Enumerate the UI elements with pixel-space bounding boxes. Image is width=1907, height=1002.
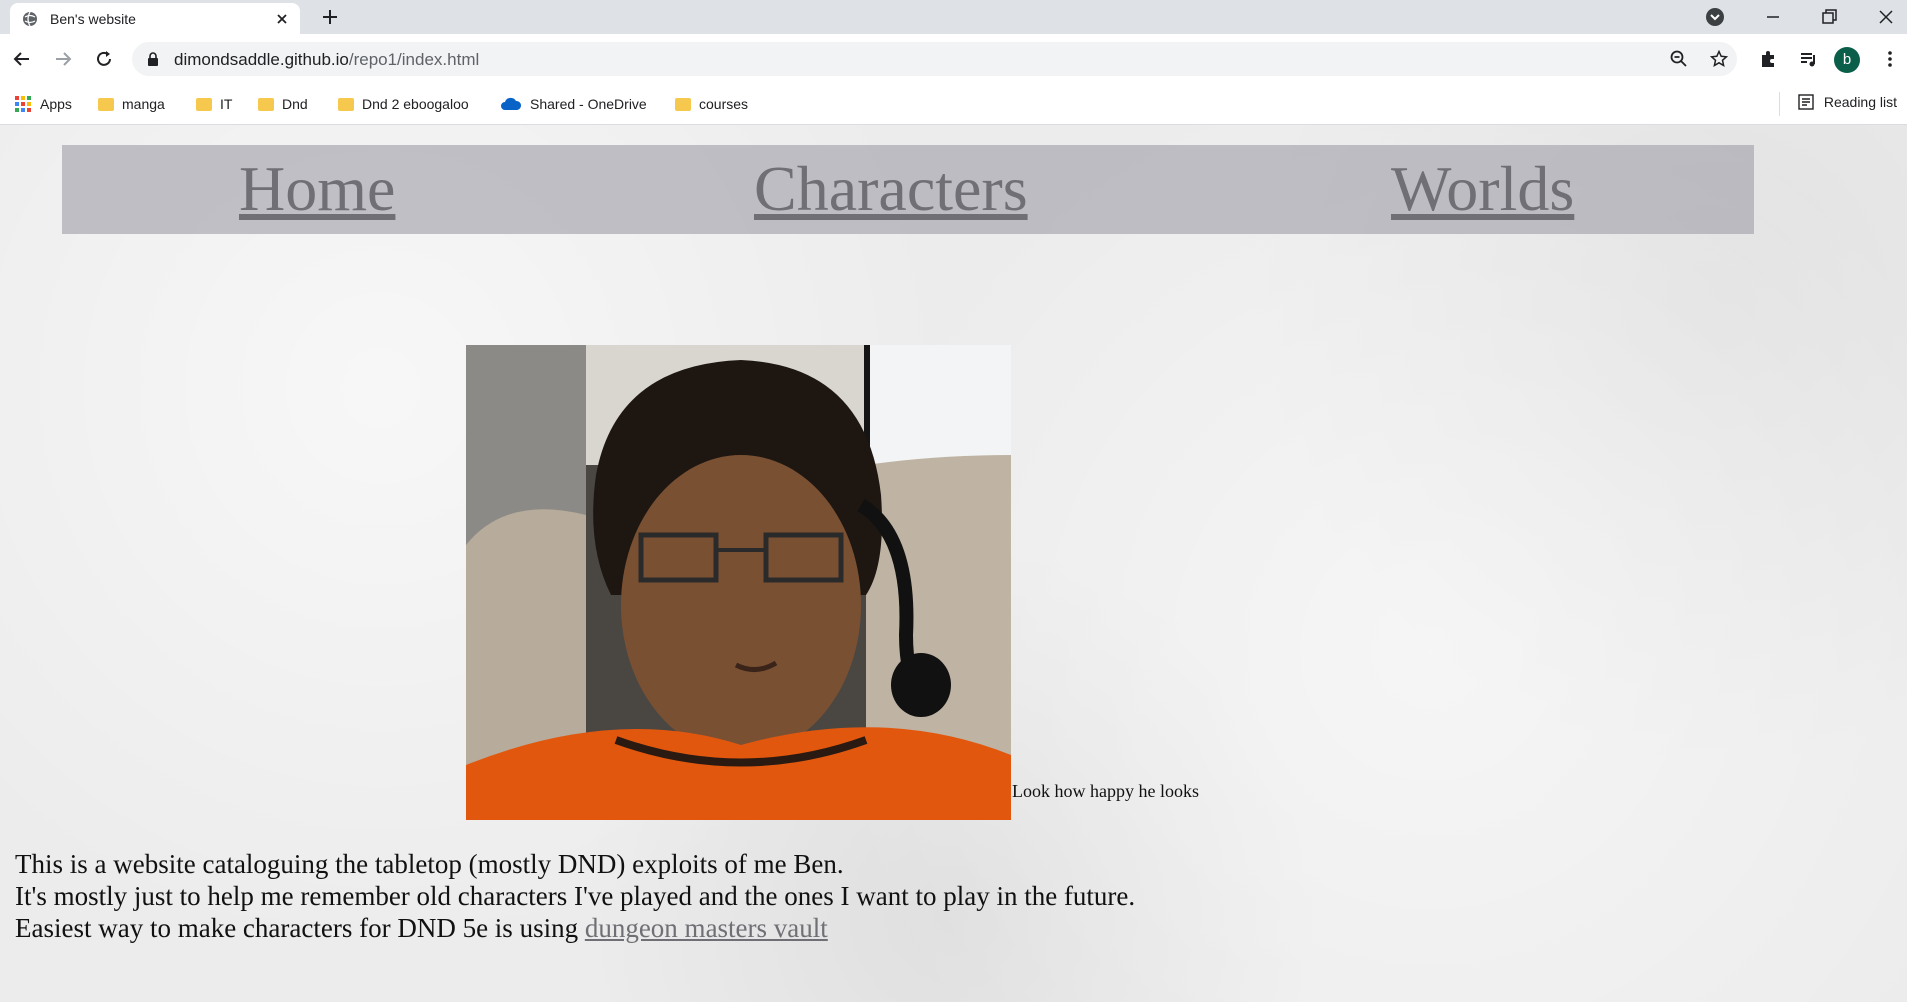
minimize-icon[interactable]: [1761, 5, 1785, 29]
url-text[interactable]: dimondsaddle.github.io/repo1/index.html: [174, 50, 479, 70]
back-icon[interactable]: [12, 49, 32, 69]
profile-avatar[interactable]: b: [1834, 47, 1860, 73]
photo-caption: Look how happy he looks: [1012, 781, 1199, 801]
folder-icon: [258, 97, 274, 111]
restore-icon[interactable]: [1817, 5, 1841, 29]
dungeon-masters-vault-link[interactable]: dungeon masters vault: [585, 913, 828, 943]
bookmark-dnd[interactable]: Dnd: [258, 94, 308, 114]
onedrive-cloud-icon: [501, 97, 522, 110]
folder-icon: [675, 97, 691, 111]
close-tab-icon[interactable]: [274, 11, 290, 27]
apps-grid-icon: [15, 96, 31, 112]
bookmark-apps[interactable]: Apps: [14, 94, 72, 114]
reading-list-button[interactable]: Reading list: [1798, 94, 1897, 110]
tab-search-icon[interactable]: [1703, 5, 1727, 29]
reload-icon[interactable]: [94, 49, 114, 69]
site-nav-bar: Home Characters Worlds: [62, 145, 1754, 234]
bookmarks-divider: [1779, 92, 1780, 116]
nav-link-worlds[interactable]: Worlds: [1391, 151, 1574, 227]
tab-title: Ben's website: [50, 11, 136, 27]
menu-kebab-icon[interactable]: [1880, 49, 1900, 69]
bookmark-it[interactable]: IT: [196, 94, 232, 114]
lock-icon[interactable]: [146, 52, 160, 66]
intro-line-3-text: Easiest way to make characters for DND 5…: [15, 913, 585, 943]
page-content: Home Characters Worlds Look how happy he…: [0, 125, 1907, 1002]
browser-toolbar: dimondsaddle.github.io/repo1/index.html …: [0, 34, 1907, 84]
bookmark-label: Shared - OneDrive: [530, 96, 647, 112]
address-bar[interactable]: dimondsaddle.github.io/repo1/index.html: [132, 42, 1737, 76]
folder-icon: [338, 97, 354, 111]
browser-tab[interactable]: Ben's website: [10, 3, 300, 34]
bookmark-manga[interactable]: manga: [98, 94, 165, 114]
bookmark-label: Dnd 2 eboogaloo: [362, 96, 469, 112]
url-domain: dimondsaddle.github.io: [174, 50, 349, 69]
zoom-icon[interactable]: [1670, 50, 1688, 68]
globe-icon: [23, 11, 37, 27]
bookmark-label: Apps: [40, 96, 72, 112]
nav-link-characters[interactable]: Characters: [754, 151, 1028, 227]
nav-link-home[interactable]: Home: [239, 151, 395, 227]
bookmark-label: Dnd: [282, 96, 308, 112]
bookmark-label: courses: [699, 96, 749, 112]
close-window-icon[interactable]: [1874, 5, 1898, 29]
profile-photo: [466, 345, 1011, 820]
intro-line-2: It's mostly just to help me remember old…: [15, 881, 1136, 911]
new-tab-icon[interactable]: [320, 7, 340, 27]
bookmarks-bar: Apps manga IT Dnd Dnd 2 eboogaloo Shared…: [0, 84, 1907, 125]
bookmark-star-icon[interactable]: [1710, 50, 1728, 68]
intro-line-1: This is a website cataloguing the tablet…: [15, 849, 844, 879]
folder-icon: [196, 97, 212, 111]
extensions-icon[interactable]: [1758, 49, 1778, 69]
media-queue-icon[interactable]: [1798, 49, 1818, 69]
bookmark-courses[interactable]: courses: [675, 94, 748, 114]
folder-icon: [98, 97, 114, 111]
reading-list-icon: [1798, 94, 1814, 110]
forward-icon[interactable]: [53, 49, 73, 69]
reading-list-label: Reading list: [1823, 94, 1897, 110]
bookmark-onedrive[interactable]: Shared - OneDrive: [500, 94, 647, 114]
bookmark-dnd-2[interactable]: Dnd 2 eboogaloo: [338, 94, 469, 114]
url-path: /repo1/index.html: [348, 50, 480, 69]
intro-text: This is a website cataloguing the tablet…: [15, 848, 1135, 944]
intro-line-3: Easiest way to make characters for DND 5…: [15, 912, 1135, 944]
bookmark-label: IT: [220, 96, 233, 112]
bookmark-label: manga: [122, 96, 165, 112]
tab-strip: Ben's website: [0, 0, 1907, 34]
